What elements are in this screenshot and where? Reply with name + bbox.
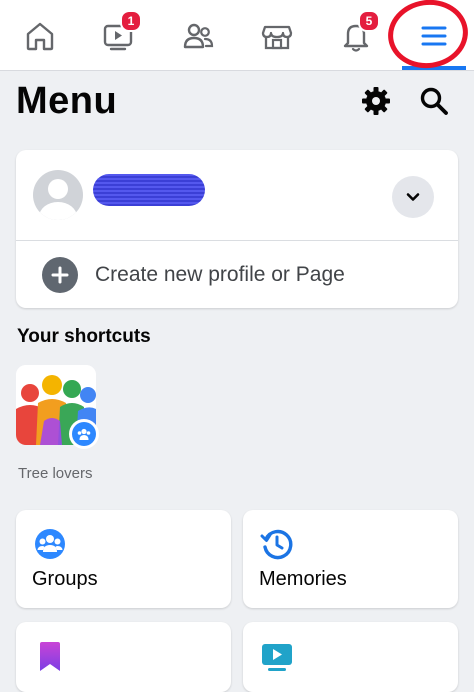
tile-video[interactable]	[243, 622, 458, 692]
nav-home[interactable]	[16, 14, 64, 58]
page-title: Menu	[16, 80, 118, 122]
search-icon[interactable]	[418, 85, 450, 117]
shortcut-label: Tree lovers	[18, 465, 93, 482]
home-icon	[26, 22, 54, 51]
plus-icon	[42, 257, 78, 293]
chevron-down-icon	[406, 193, 420, 201]
tile-memories[interactable]: Memories	[243, 510, 458, 608]
profile-card: Create new profile or Page	[16, 150, 458, 308]
bookmark-icon	[40, 642, 60, 671]
tile-label: Groups	[32, 568, 98, 590]
top-nav-bar: 1 5	[0, 0, 474, 74]
watch-badge: 1	[120, 10, 142, 32]
tile-saved[interactable]	[16, 622, 231, 692]
shortcut-tree-lovers[interactable]: Tree lovers	[16, 365, 100, 485]
nav-notifications[interactable]: 5	[332, 10, 380, 58]
groups-icon	[35, 529, 65, 559]
group-icon	[77, 428, 91, 440]
annotation-circle	[383, 0, 473, 74]
gear-icon[interactable]	[360, 85, 392, 117]
friends-icon	[183, 23, 214, 49]
nav-watch[interactable]: 1	[94, 10, 142, 58]
group-badge	[69, 419, 99, 449]
avatar[interactable]	[33, 170, 83, 220]
switch-profile-button[interactable]	[392, 176, 434, 218]
nav-friends[interactable]	[174, 14, 222, 58]
video-icon	[262, 644, 292, 671]
profile-name-redacted[interactable]	[93, 174, 205, 206]
shortcuts-title: Your shortcuts	[17, 326, 151, 347]
nav-marketplace[interactable]	[253, 14, 301, 58]
create-profile-row[interactable]: Create new profile or Page	[16, 241, 458, 308]
clock-icon	[260, 529, 293, 560]
create-profile-label: Create new profile or Page	[95, 263, 345, 286]
tile-label: Memories	[259, 568, 347, 590]
store-icon	[261, 25, 293, 50]
notifications-badge: 5	[358, 10, 380, 32]
tile-groups[interactable]: Groups	[16, 510, 231, 608]
